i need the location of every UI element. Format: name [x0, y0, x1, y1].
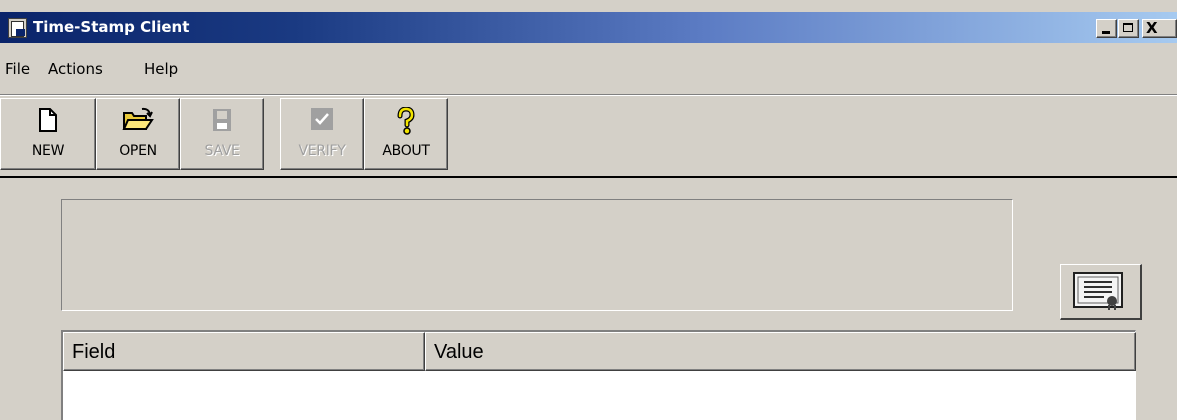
field-value-list[interactable]: Field Value — [61, 330, 1136, 420]
certificate-doc-icon[interactable] — [8, 18, 27, 38]
title-bar[interactable]: Time-Stamp Client X — [0, 12, 1177, 43]
close-button[interactable]: X — [1142, 19, 1177, 38]
certificate-icon — [1073, 272, 1123, 310]
new-document-icon — [39, 108, 57, 132]
maximize-icon — [1123, 23, 1133, 32]
menu-actions[interactable]: Actions — [48, 60, 103, 78]
list-header: Field Value — [63, 332, 1136, 371]
close-icon: X — [1146, 19, 1158, 37]
about-button-label: ABOUT — [382, 143, 430, 159]
open-folder-icon — [122, 107, 154, 130]
new-button[interactable]: NEW — [0, 98, 96, 170]
menu-bar: File Actions Help — [0, 58, 1177, 84]
certificate-button[interactable] — [1060, 264, 1142, 320]
maximize-button[interactable] — [1118, 19, 1139, 38]
toolbar: NEW OPEN SAVE VERIFY ABOUT — [0, 94, 1177, 176]
menu-help[interactable]: Help — [144, 60, 178, 78]
save-button-label: SAVE — [204, 143, 240, 159]
open-button[interactable]: OPEN — [96, 98, 180, 170]
info-panel — [61, 199, 1013, 311]
menu-file[interactable]: File — [5, 60, 30, 78]
open-button-label: OPEN — [119, 143, 157, 159]
column-header-field[interactable]: Field — [63, 332, 425, 371]
window-title: Time-Stamp Client — [33, 18, 190, 36]
about-button[interactable]: ABOUT — [364, 98, 448, 170]
verify-button-label: VERIFY — [298, 143, 346, 159]
toolbar-divider — [0, 176, 1177, 178]
checkmark-icon — [311, 108, 333, 130]
minimize-icon — [1102, 31, 1110, 34]
minimize-button[interactable] — [1096, 19, 1117, 38]
new-button-label: NEW — [31, 143, 65, 159]
verify-button[interactable]: VERIFY — [280, 98, 364, 170]
question-mark-icon — [397, 107, 415, 135]
floppy-disk-icon — [213, 109, 231, 131]
save-button[interactable]: SAVE — [180, 98, 264, 170]
column-header-value[interactable]: Value — [425, 332, 1136, 371]
